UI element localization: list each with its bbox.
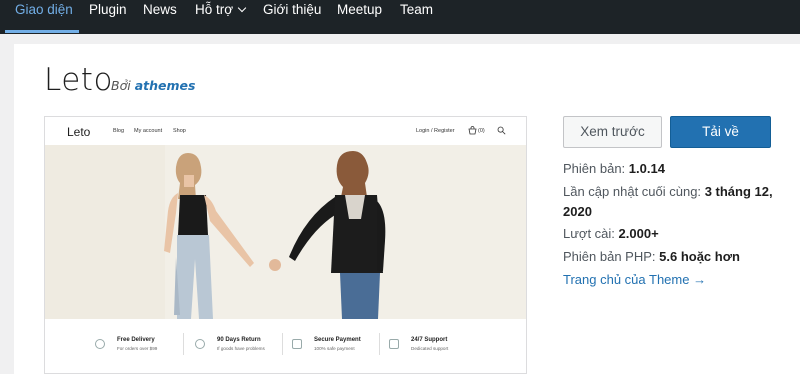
- nav-item-support[interactable]: Hỗ trợ: [195, 1, 247, 35]
- feature-title: Free Delivery: [117, 337, 155, 343]
- hero-photo: [45, 145, 526, 319]
- top-navigation: Giao diện Plugin News Hỗ trợ Giới thiệu …: [0, 0, 800, 34]
- download-button[interactable]: Tải về: [670, 116, 771, 148]
- byline-prefix: Bởi: [111, 78, 131, 93]
- php-value: 5.6 hoặc hơn: [659, 249, 740, 264]
- preview-menu-item: My account: [134, 128, 163, 134]
- active-tab-indicator: [5, 30, 79, 33]
- feature-subtitle: If goods have problems: [217, 346, 265, 351]
- return-icon: [195, 339, 205, 349]
- active-installs-info: Lượt cài: 2.000+: [563, 224, 659, 244]
- nav-item-meetup[interactable]: Meetup: [337, 1, 382, 35]
- nav-item-news[interactable]: News: [143, 1, 177, 35]
- cart-icon: [468, 126, 477, 135]
- feature-title: 24/7 Support: [411, 337, 448, 343]
- nav-item-about[interactable]: Giới thiệu: [263, 1, 321, 35]
- feature-subtitle: For orders over $99: [117, 346, 158, 351]
- feature-title: Secure Payment: [314, 337, 361, 343]
- feature-subtitle: 100% safe payment: [314, 346, 355, 351]
- preview-button[interactable]: Xem trước: [563, 116, 662, 148]
- last-updated-info: Lần cập nhật cuối cùng: 3 tháng 12, 2020: [563, 182, 773, 222]
- nav-item-team[interactable]: Team: [400, 1, 433, 35]
- feature-subtitle: Dedicated support: [411, 346, 449, 351]
- theme-screenshot: Leto Blog My account Shop Login / Regist…: [44, 116, 527, 374]
- feature-title: 90 Days Return: [217, 337, 261, 343]
- theme-byline: Bởi athemes: [111, 78, 195, 93]
- php-label: Phiên bản PHP:: [563, 249, 656, 264]
- installs-value: 2.000+: [618, 226, 659, 241]
- preview-menu-item: Blog: [113, 128, 125, 134]
- preview-header: Leto Blog My account Shop Login / Regist…: [45, 117, 526, 147]
- last-updated-value: 3 tháng 12,: [704, 184, 773, 199]
- search-icon: [497, 126, 506, 135]
- last-updated-label: Lần cập nhật cuối cùng:: [563, 184, 702, 199]
- location-pin-icon: [95, 339, 105, 349]
- feature-divider: [183, 333, 184, 355]
- nav-item-support-label: Hỗ trợ: [195, 2, 234, 17]
- php-version-info: Phiên bản PHP: 5.6 hoặc hơn: [563, 247, 740, 267]
- version-info: Phiên bản: 1.0.14: [563, 159, 665, 179]
- installs-label: Lượt cài:: [563, 226, 615, 241]
- version-value: 1.0.14: [628, 161, 665, 176]
- preview-hero-image: [45, 145, 526, 319]
- preview-login: Login / Register: [416, 128, 455, 134]
- feature-divider: [379, 333, 380, 355]
- preview-features-bar: Free Delivery For orders over $99 90 Day…: [45, 319, 526, 373]
- last-updated-year: 2020: [563, 204, 592, 219]
- feature-divider: [282, 333, 283, 355]
- theme-homepage-link[interactable]: Trang chủ của Theme →: [563, 272, 706, 287]
- preview-menu-item: Shop: [173, 128, 186, 134]
- theme-title: Leto: [44, 62, 113, 98]
- nav-item-plugin[interactable]: Plugin: [89, 1, 127, 35]
- chevron-down-icon: [237, 3, 247, 13]
- preview-logo: Leto: [67, 125, 91, 139]
- version-label: Phiên bản:: [563, 161, 626, 176]
- support-icon: [389, 339, 399, 349]
- preview-cart-count: (0): [478, 128, 485, 134]
- lock-icon: [292, 339, 302, 349]
- author-link[interactable]: athemes: [135, 78, 196, 93]
